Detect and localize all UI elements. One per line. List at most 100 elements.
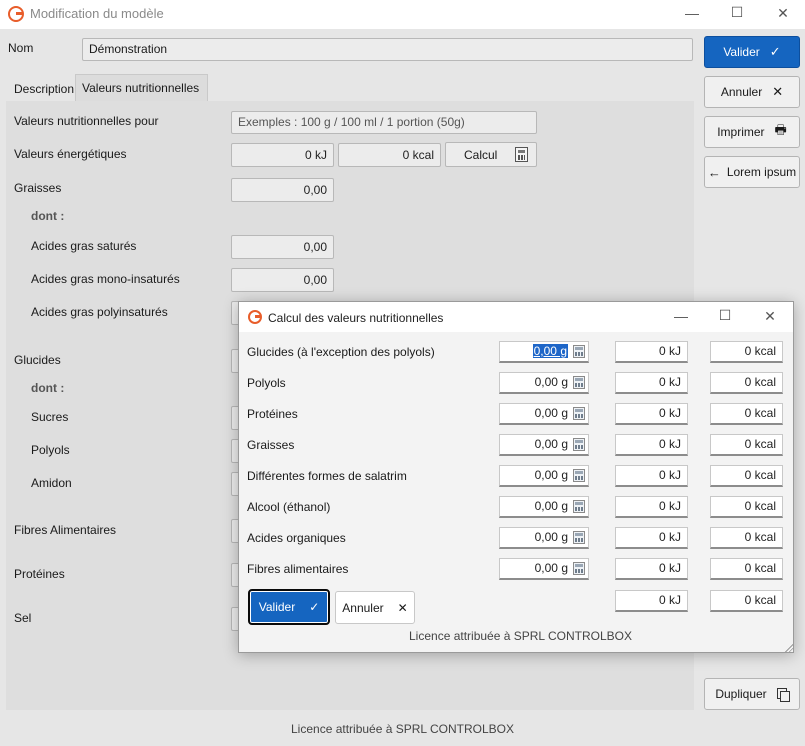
validate-button[interactable]: Valider ✓ [704,36,800,68]
dialog-grams-value: 0,00 g [534,530,568,544]
dialog-grams-input[interactable]: 0,00 g [499,465,589,487]
dialog-license: Licence attribuée à SPRL CONTROLBOX [409,629,632,643]
dialog-kj-field[interactable]: 0 kJ [615,434,688,456]
dialog-row-label: Acides organiques [247,531,346,545]
dialog-validate-label: Valider [258,600,296,614]
dialog-titlebar: Calcul des valeurs nutritionnelles — ☐ ✕ [239,302,793,332]
calculator-icon[interactable] [573,531,585,544]
protein-label: Protéines [14,567,65,581]
dialog-kcal-field[interactable]: 0 kcal [710,372,783,394]
saturated-label: Acides gras saturés [31,239,137,253]
dialog-row-label: Polyols [247,376,286,390]
cancel-button[interactable]: Annuler ✕ [704,76,800,108]
check-icon: ✓ [309,600,320,614]
dialog-grams-value: 0,00 g [534,468,568,482]
dialog-grams-input[interactable]: 0,00 g [499,496,589,518]
calc-button[interactable]: Calcul [445,142,537,167]
dialog-grams-value: 0,00 g [534,437,568,451]
dialog-kj-field[interactable]: 0 kJ [615,496,688,518]
dialog-kj-field[interactable]: 0 kJ [615,403,688,425]
dialog-row-label: Alcool (éthanol) [247,500,331,514]
duplicate-button[interactable]: Dupliquer [704,678,800,710]
energy-kcal-field[interactable]: 0 kcal [338,143,441,167]
carbs-dont-label: dont : [31,381,65,395]
dialog-row-label: Graisses [247,438,295,452]
fat-field[interactable]: 0,00 [231,178,334,202]
dialog-grams-input[interactable]: 0,00 g [499,341,589,363]
dialog-maximize-icon[interactable]: ☐ [713,307,737,324]
dialog-cancel-label: Annuler [342,600,384,615]
dialog-total-kcal-field[interactable]: 0 kcal [710,590,783,612]
maximize-icon[interactable]: ☐ [725,4,749,21]
dialog-grams-input[interactable]: 0,00 g [499,372,589,394]
dialog-grams-value: 0,00 g [532,344,568,358]
sugars-label: Sucres [31,410,69,424]
polyunsaturated-label: Acides gras polyinsaturés [31,305,168,319]
close-x-icon: ✕ [772,84,784,99]
dialog-kcal-field[interactable]: 0 kcal [710,434,783,456]
dialog-kj-field[interactable]: 0 kJ [615,465,688,487]
dialog-validate-button[interactable]: Valider ✓ [248,589,330,625]
print-button-label: Imprimer [717,125,765,139]
dialog-total-kj-field[interactable]: 0 kJ [615,590,688,612]
polyols-label: Polyols [31,443,70,457]
calc-button-label: Calcul [464,147,498,162]
license-footer: Licence attribuée à SPRL CONTROLBOX [291,722,514,736]
calculator-icon[interactable] [573,376,585,389]
calculator-icon[interactable] [573,407,585,420]
dialog-kj-field[interactable]: 0 kJ [615,527,688,549]
dialog-row-label: Fibres alimentaires [247,562,349,576]
energy-kj-field[interactable]: 0 kJ [231,143,334,167]
name-label: Nom [8,41,34,55]
lorem-ipsum-button-label: Lorem ipsum [726,165,797,179]
calculator-icon[interactable] [573,438,585,451]
dialog-kcal-field[interactable]: 0 kcal [710,558,783,580]
lorem-ipsum-button[interactable]: ← Lorem ipsum [704,156,800,188]
calculator-icon[interactable] [573,345,585,358]
dialog-grams-value: 0,00 g [534,375,568,389]
calculator-icon [515,147,528,162]
dialog-grams-input[interactable]: 0,00 g [499,558,589,580]
dialog-grams-input[interactable]: 0,00 g [499,403,589,425]
dialog-close-icon[interactable]: ✕ [758,308,782,325]
window-titlebar: Modification du modèle — ☐ ✕ [0,0,805,29]
fiber-label: Fibres Alimentaires [14,523,117,537]
energy-label: Valeurs énergétiques [14,147,127,161]
calculator-icon[interactable] [573,562,585,575]
copy-icon [776,687,790,702]
close-icon[interactable]: ✕ [771,5,795,22]
nutrition-for-input[interactable]: Exemples : 100 g / 100 ml / 1 portion (5… [231,111,537,134]
tab-description[interactable]: Description [8,76,80,102]
validate-button-label: Valider [723,45,760,59]
dialog-kcal-field[interactable]: 0 kcal [710,527,783,549]
dialog-title: Calcul des valeurs nutritionnelles [268,311,444,325]
dialog-kcal-field[interactable]: 0 kcal [710,496,783,518]
minimize-icon[interactable]: — [680,5,704,21]
dialog-kcal-field[interactable]: 0 kcal [710,465,783,487]
tab-nutrition-values[interactable]: Valeurs nutritionnelles [75,74,208,102]
print-button[interactable]: Imprimer 🖶 [704,116,800,148]
dialog-row-label: Glucides (à l'exception des polyols) [247,345,435,359]
window-title: Modification du modèle [30,6,164,21]
dialog-grams-input[interactable]: 0,00 g [499,527,589,549]
calculator-icon[interactable] [573,469,585,482]
dialog-row-label: Protéines [247,407,298,421]
dialog-kj-field[interactable]: 0 kJ [615,558,688,580]
saturated-field[interactable]: 0,00 [231,235,334,259]
dialog-kcal-field[interactable]: 0 kcal [710,403,783,425]
dialog-minimize-icon[interactable]: — [669,308,693,324]
resize-grip-icon[interactable] [783,642,793,652]
dialog-cancel-button[interactable]: Annuler ✕ [335,591,415,624]
mono-unsaturated-label: Acides gras mono-insaturés [31,272,180,286]
dialog-kj-field[interactable]: 0 kJ [615,372,688,394]
name-input[interactable]: Démonstration [82,38,693,61]
calculator-icon[interactable] [573,500,585,513]
mono-unsaturated-field[interactable]: 0,00 [231,268,334,292]
dialog-row-label: Différentes formes de salatrim [247,469,407,483]
dialog-grams-input[interactable]: 0,00 g [499,434,589,456]
dialog-kcal-field[interactable]: 0 kcal [710,341,783,363]
close-x-icon: ✕ [397,600,408,615]
arrow-left-icon: ← [707,164,721,180]
dialog-kj-field[interactable]: 0 kJ [615,341,688,363]
carbs-label: Glucides [14,353,61,367]
